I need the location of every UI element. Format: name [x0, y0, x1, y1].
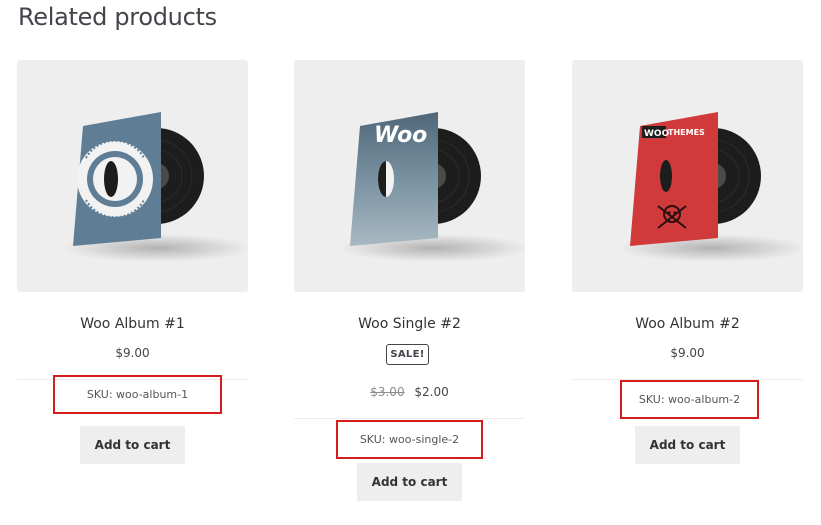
themes-logo-icon: THEMES: [668, 128, 705, 137]
vinyl-single-artwork-icon: Woo: [339, 112, 525, 262]
product-image[interactable]: WOO THEMES: [572, 60, 803, 292]
product-price: $3.00 $2.00: [294, 385, 525, 399]
sale-price: $2.00: [414, 385, 449, 399]
woo-logo-icon: Woo: [374, 123, 427, 148]
product-card-woo-single-2: Woo Woo Single #2 SALE! $3.00 $2.00 SKU:…: [294, 60, 525, 501]
vinyl-album-artwork-icon: WOO THEMES: [617, 112, 803, 262]
sale-badge: SALE!: [386, 344, 429, 365]
sku-label: SKU: woo-single-2: [336, 420, 483, 459]
product-title[interactable]: Woo Single #2: [294, 316, 525, 332]
product-price: $9.00: [670, 346, 705, 360]
product-image[interactable]: Woo: [294, 60, 525, 292]
original-price: $3.00: [370, 385, 405, 399]
divider: [294, 418, 525, 419]
product-card-woo-album-1: Woo Album #1 $9.00 SKU: woo-album-1 Add …: [17, 60, 248, 464]
sku-label: SKU: woo-album-1: [53, 375, 222, 414]
vinyl-album-artwork-icon: [62, 112, 248, 262]
product-price: $9.00: [115, 346, 150, 360]
add-to-cart-button[interactable]: Add to cart: [357, 463, 462, 501]
sku-label: SKU: woo-album-2: [620, 380, 759, 419]
add-to-cart-button[interactable]: Add to cart: [80, 426, 185, 464]
product-title[interactable]: Woo Album #2: [572, 316, 803, 332]
add-to-cart-button[interactable]: Add to cart: [635, 426, 740, 464]
product-card-woo-album-2: WOO THEMES Woo Album #2 $9.00 SKU: woo-a…: [572, 60, 803, 464]
related-products-heading: Related products: [18, 3, 217, 31]
woo-logo-icon: WOO: [644, 129, 670, 139]
product-image[interactable]: [17, 60, 248, 292]
product-title[interactable]: Woo Album #1: [17, 316, 248, 332]
